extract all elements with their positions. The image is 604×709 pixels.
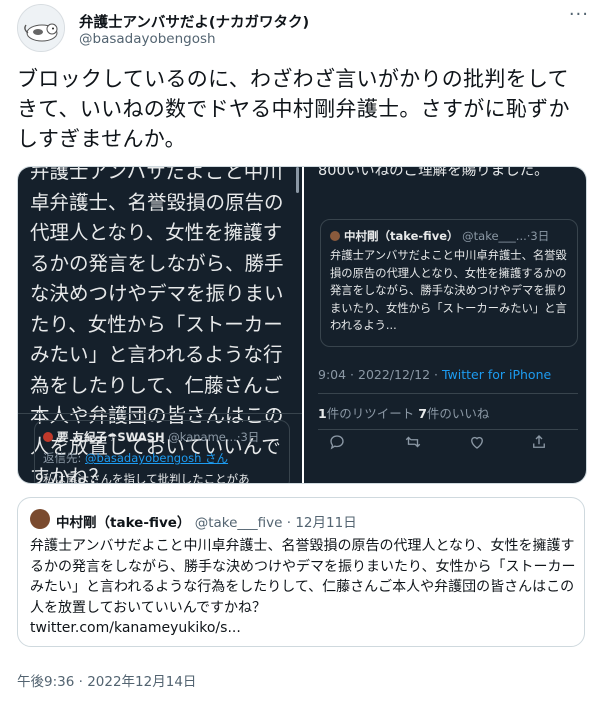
quoted-tweet-date: · 12月11日 — [286, 515, 357, 531]
right-screenshot-top-text: 800いいねのご理解を賜りました。 — [318, 167, 549, 179]
reply-author-handle: @kaname... — [168, 430, 237, 444]
reply-text: 私は尾辻さんを指して批判したことがあ — [43, 472, 250, 484]
reply-to-line: 返信先: @basadayobengosh さん — [43, 450, 281, 466]
tweet-text: ブロックしているのに、わざわざ言いがかりの批判をしてきて、いいねの数でドヤる中村… — [17, 67, 570, 151]
share-icon — [530, 433, 548, 451]
right-divider-1 — [318, 393, 578, 394]
attached-media[interactable]: 弁護士アンバサだよこと中川卓弁護士、名誉毀損の原告の代理人となり、女性を擁護する… — [17, 166, 587, 484]
cat-avatar-icon — [18, 5, 64, 51]
right-action-bar — [318, 433, 578, 455]
likes-count: 7 — [418, 406, 427, 421]
media-image-right[interactable]: 800いいねのご理解を賜りました。 中村剛（take-five） @take__… — [304, 167, 586, 483]
right-timestamp: 9:04 · 2022/12/12 · Twitter for iPhone — [318, 367, 552, 382]
tweet-header: 弁護士アンバサだよ(ナカガワタク) @basadayobengosh ··· — [17, 4, 592, 56]
retweet-icon — [404, 433, 422, 451]
reply-author-name: 要 友紀子☂SWASH — [57, 430, 165, 444]
tweet-source: Twitter for iPhone — [441, 367, 552, 382]
quoted-author-name: 中村剛（take-five） — [344, 229, 459, 243]
right-quoted-card: 中村剛（take-five） @take___...·3日 弁護士アンバサだよこ… — [320, 219, 578, 347]
left-reply-card: 要 友紀子☂SWASH @kaname...·3日 返信先: @basadayo… — [34, 420, 290, 484]
like-icon — [468, 433, 486, 451]
quoted-avatar-icon — [330, 231, 340, 241]
quoted-card-text: 弁護士アンバサだよこと中川卓弁護士、名誉毀損の原告の代理人となり、女性を擁護する… — [330, 249, 568, 332]
quoted-tweet-text: 弁護士アンバサだよこと中川卓弁護士、名誉毀損の原告の代理人となり、女性を擁護する… — [30, 538, 576, 616]
author-handle[interactable]: @basadayobengosh — [79, 31, 216, 47]
reply-date: 3日 — [240, 430, 260, 444]
reply-avatar-icon — [43, 432, 53, 442]
author-name[interactable]: 弁護士アンバサだよ(ナカガワタク) — [79, 11, 309, 32]
left-scrollbar — [296, 167, 299, 193]
quoted-date: 3日 — [530, 229, 550, 243]
more-icon[interactable]: ··· — [569, 4, 589, 25]
media-image-left[interactable]: 弁護士アンバサだよこと中川卓弁護士、名誉毀損の原告の代理人となり、女性を擁護する… — [18, 167, 302, 484]
left-divider — [18, 413, 302, 414]
quoted-tweet-body: 弁護士アンバサだよこと中川卓弁護士、名誉毀損の原告の代理人となり、女性を擁護する… — [30, 536, 578, 639]
tweet-timestamp[interactable]: 午後9:36 · 2022年12月14日 — [17, 670, 196, 690]
right-divider-2 — [318, 429, 578, 430]
retweets-count: 1 — [318, 406, 327, 421]
author-avatar[interactable] — [17, 4, 65, 52]
quoted-tweet-avatar — [30, 509, 50, 529]
quoted-tweet-name: 中村剛（take-five） — [56, 515, 191, 531]
reply-icon — [328, 433, 346, 451]
quoted-tweet[interactable]: 中村剛（take-five） @take___five · 12月11日 弁護士… — [17, 497, 585, 647]
quoted-tweet-handle: @take___five — [194, 515, 283, 531]
retweets-label: 件のリツイート — [326, 406, 415, 421]
reply-to-handle: @basadayobengosh さん — [85, 451, 229, 465]
quoted-tweet-link[interactable]: twitter.com/kanameyukiko/s... — [30, 620, 241, 636]
quoted-author-handle: @take___... — [462, 229, 527, 243]
likes-label: 件のいいね — [426, 406, 490, 421]
right-stats: 1件のリツイート 7件のいいね — [318, 403, 489, 422]
reply-to-label: 返信先: — [43, 451, 82, 465]
